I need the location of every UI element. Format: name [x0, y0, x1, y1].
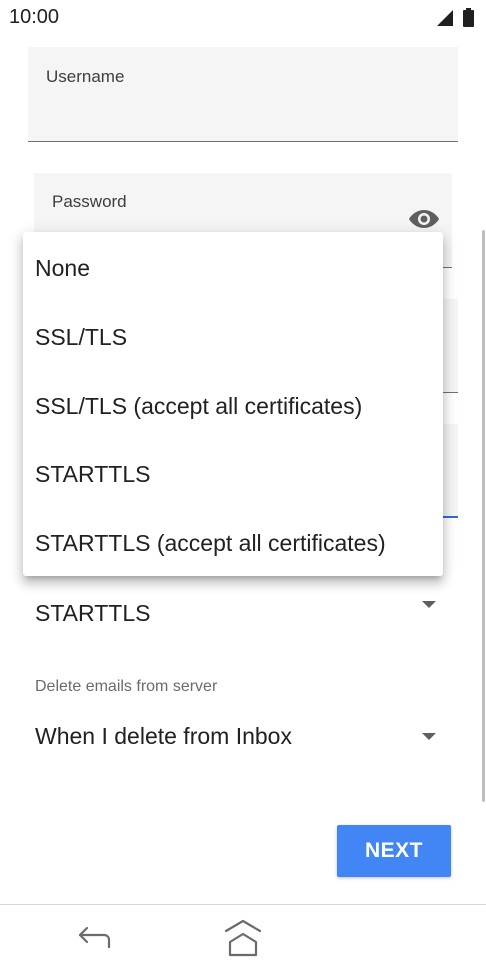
username-label: Username [46, 67, 125, 86]
menu-item-ssl-tls[interactable]: SSL/TLS [23, 303, 443, 371]
nav-divider [0, 904, 486, 905]
delete-emails-select[interactable]: When I delete from Inbox [35, 723, 292, 750]
eye-icon[interactable] [408, 207, 440, 231]
chevron-down-icon[interactable] [422, 733, 436, 740]
chevron-down-icon[interactable] [422, 601, 436, 608]
scrollbar[interactable] [482, 230, 485, 802]
password-label: Password [52, 192, 127, 211]
back-icon[interactable] [76, 920, 112, 956]
status-bar: 10:00 [0, 0, 486, 36]
menu-item-starttls[interactable]: STARTTLS [23, 440, 443, 508]
menu-item-ssl-tls-accept-all[interactable]: SSL/TLS (accept all certificates) [23, 372, 443, 440]
status-time: 10:00 [9, 6, 60, 28]
delete-emails-label: Delete emails from server [35, 678, 218, 695]
security-dropdown-menu: None SSL/TLS SSL/TLS (accept all certifi… [23, 232, 443, 576]
battery-icon [463, 8, 474, 27]
menu-item-none[interactable]: None [23, 234, 443, 302]
username-field[interactable]: Username [28, 47, 458, 142]
security-select[interactable]: STARTTLS [35, 600, 150, 627]
next-button[interactable]: NEXT [337, 825, 451, 877]
home-icon[interactable] [222, 918, 264, 958]
menu-item-starttls-accept-all[interactable]: STARTTLS (accept all certificates) [23, 509, 443, 577]
signal-icon [437, 10, 453, 26]
